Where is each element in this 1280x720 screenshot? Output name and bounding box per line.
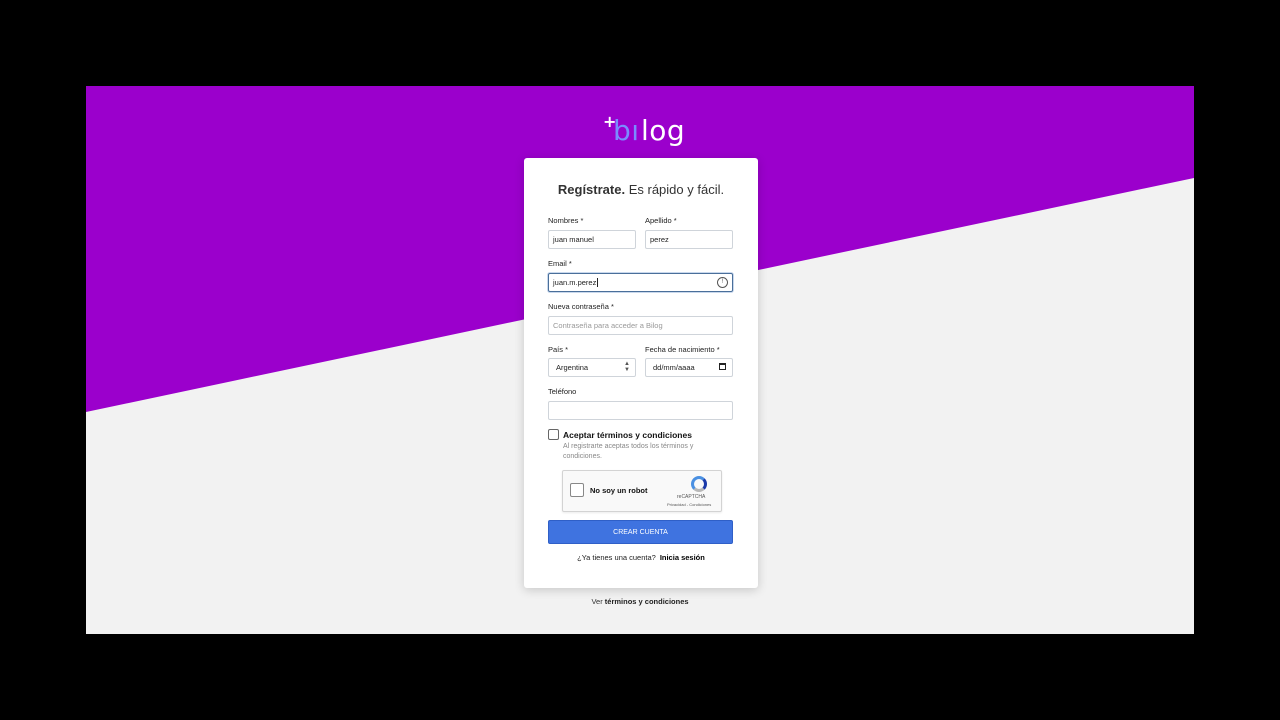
email-input[interactable]: juan.m.perez !: [548, 273, 733, 292]
nombres-input[interactable]: juan manuel: [548, 230, 636, 249]
pais-select[interactable]: Argentina ▲ ▼: [548, 358, 636, 377]
recaptcha-links[interactable]: Privacidad - Condiciones: [667, 502, 711, 507]
footer-prefix: Ver: [591, 597, 605, 606]
logo-bi: bı: [613, 114, 640, 147]
apellido-input[interactable]: perez: [645, 230, 733, 249]
email-label: Email *: [548, 259, 572, 268]
calendar-icon[interactable]: [719, 363, 726, 370]
footer-terms-link[interactable]: términos y condiciones: [605, 597, 689, 606]
bilog-logo: + bı log: [601, 108, 701, 148]
login-prompt: ¿Ya tienes una cuenta? Inicia sesión: [524, 553, 758, 562]
fecha-label: Fecha de nacimiento *: [645, 345, 720, 354]
password-manager-icon[interactable]: !: [717, 277, 728, 288]
fecha-value: dd/mm/aaaa: [653, 363, 695, 372]
terms-label[interactable]: Aceptar términos y condiciones: [563, 430, 692, 440]
select-arrows-icon: ▲ ▼: [624, 361, 630, 373]
login-question: ¿Ya tienes una cuenta?: [577, 553, 656, 562]
terms-description: Al registrarte aceptas todos los término…: [563, 443, 694, 460]
recaptcha-widget: No soy un robot reCAPTCHA Privacidad - C…: [562, 470, 722, 512]
login-link[interactable]: Inicia sesión: [660, 553, 705, 562]
telefono-label: Teléfono: [548, 387, 577, 396]
recaptcha-brand: reCAPTCHA: [677, 494, 706, 500]
fecha-input[interactable]: dd/mm/aaaa: [645, 358, 733, 377]
telefono-input[interactable]: [548, 401, 733, 420]
nombres-label: Nombres *: [548, 216, 584, 225]
footer-terms: Ver términos y condiciones: [86, 597, 1194, 606]
title-bold: Regístrate.: [557, 182, 626, 197]
apellido-label: Apellido *: [645, 216, 677, 225]
text-cursor: [597, 278, 599, 287]
card-title: Regístrate. Es rápido y fácil.: [524, 182, 758, 197]
pais-label: País *: [548, 345, 569, 354]
create-account-button[interactable]: CREAR CUENTA: [548, 520, 733, 544]
title-rest: Es rápido y fácil.: [625, 182, 725, 197]
terms-checkbox[interactable]: [548, 429, 559, 440]
recaptcha-label: No soy un robot: [590, 486, 648, 495]
password-label: Nueva contraseña *: [548, 302, 614, 311]
page-stage: + bı log Regístrate. Es rápido y fácil. …: [86, 86, 1194, 634]
signup-card: Regístrate. Es rápido y fácil. Nombres *…: [524, 158, 758, 588]
logo-log: log: [641, 114, 686, 147]
recaptcha-logo-icon: [691, 476, 707, 492]
recaptcha-checkbox[interactable]: [570, 483, 584, 497]
password-input[interactable]: Contraseña para acceder a Bilog: [548, 316, 733, 335]
email-value: juan.m.perez: [553, 278, 597, 287]
pais-value: Argentina: [556, 363, 589, 372]
